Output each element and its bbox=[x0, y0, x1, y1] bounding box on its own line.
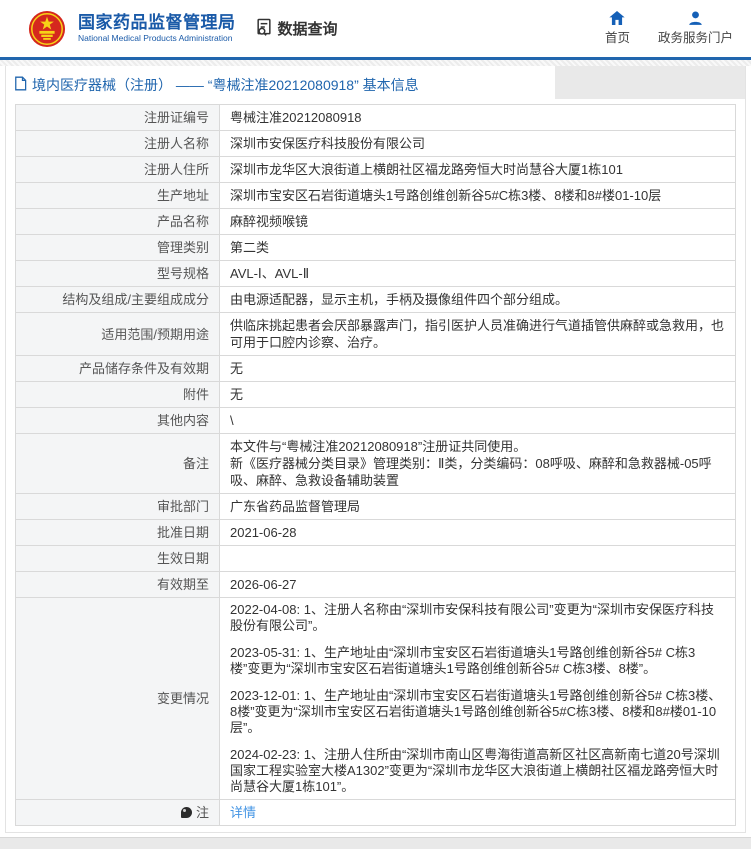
table-row: 注册证编号粤械注准20212080918 bbox=[16, 105, 735, 130]
agency-names: 国家药品监督管理局 National Medical Products Admi… bbox=[78, 13, 236, 44]
document-icon bbox=[14, 76, 27, 94]
row-label: 注册人名称 bbox=[16, 131, 220, 156]
home-icon bbox=[609, 11, 625, 25]
note-icon bbox=[181, 807, 192, 818]
detail-link[interactable]: 详情 bbox=[230, 804, 725, 821]
site-header: 国家药品监督管理局 National Medical Products Admi… bbox=[0, 0, 751, 60]
row-value: 无 bbox=[220, 382, 735, 407]
row-value: 深圳市龙华区大浪街道上横朗社区福龙路旁恒大时尚慧谷大厦1栋101 bbox=[220, 157, 735, 182]
agency-logo-group: 国家药品监督管理局 National Medical Products Admi… bbox=[28, 10, 236, 48]
row-label: 审批部门 bbox=[16, 494, 220, 519]
row-label: 生产地址 bbox=[16, 183, 220, 208]
content-box: 境内医疗器械（注册） —— “粤械注准20212080918” 基本信息 注册证… bbox=[5, 66, 746, 833]
row-label: 适用范围/预期用途 bbox=[16, 313, 220, 355]
row-label: 注册人住所 bbox=[16, 157, 220, 182]
row-label: 备注 bbox=[16, 434, 220, 493]
row-label: 生效日期 bbox=[16, 546, 220, 571]
row-value: 第二类 bbox=[220, 235, 735, 260]
user-icon bbox=[688, 11, 703, 25]
row-value: 由电源适配器，显示主机，手柄及摄像组件四个部分组成。 bbox=[220, 287, 735, 312]
row-value: 供临床挑起患者会厌部暴露声门，指引医护人员准确进行气道插管供麻醉或急救用，也可用… bbox=[220, 313, 735, 355]
header-nav: 首页 政务服务门户 bbox=[605, 11, 741, 46]
row-label: 型号规格 bbox=[16, 261, 220, 286]
row-value: 广东省药品监督管理局 bbox=[220, 494, 735, 519]
row-label: 注 bbox=[16, 800, 220, 825]
agency-subtitle: National Medical Products Administration bbox=[78, 33, 236, 44]
row-label: 变更情况 bbox=[16, 598, 220, 799]
row-value: 深圳市宝安区石岩街道塘头1号路创维创新谷5#C栋3楼、8楼和8#楼01-10层 bbox=[220, 183, 735, 208]
table-row: 产品名称麻醉视频喉镜 bbox=[16, 208, 735, 234]
row-value: 2021-06-28 bbox=[220, 520, 735, 545]
table-row: 适用范围/预期用途供临床挑起患者会厌部暴露声门，指引医护人员准确进行气道插管供麻… bbox=[16, 312, 735, 355]
row-value: AVL-Ⅰ、AVL-Ⅱ bbox=[220, 261, 735, 286]
national-emblem-logo bbox=[28, 10, 66, 48]
table-row: 备注本文件与“粤械注准20212080918”注册证共同使用。新《医疗器械分类目… bbox=[16, 433, 735, 493]
table-row: 审批部门广东省药品监督管理局 bbox=[16, 493, 735, 519]
row-label: 注册证编号 bbox=[16, 105, 220, 130]
nav-home[interactable]: 首页 bbox=[605, 11, 630, 46]
data-query-label: 数据查询 bbox=[278, 18, 338, 39]
note-label-text: 注 bbox=[196, 804, 209, 821]
nav-gov-portal-label: 政务服务门户 bbox=[658, 27, 733, 46]
table-row: 管理类别第二类 bbox=[16, 234, 735, 260]
table-row: 生产地址深圳市宝安区石岩街道塘头1号路创维创新谷5#C栋3楼、8楼和8#楼01-… bbox=[16, 182, 735, 208]
document-search-icon bbox=[254, 17, 274, 41]
row-value: 麻醉视频喉镜 bbox=[220, 209, 735, 234]
breadcrumb-text: 境内医疗器械（注册） —— “粤械注准20212080918” 基本信息 bbox=[32, 75, 419, 95]
row-value: 详情 bbox=[220, 800, 735, 825]
table-row: 型号规格AVL-Ⅰ、AVL-Ⅱ bbox=[16, 260, 735, 286]
row-value: \ bbox=[220, 408, 735, 433]
row-value: 2022-04-08: 1、注册人名称由“深圳市安保科技有限公司”变更为“深圳市… bbox=[220, 598, 735, 799]
table-row: 附件无 bbox=[16, 381, 735, 407]
row-label: 附件 bbox=[16, 382, 220, 407]
row-label: 管理类别 bbox=[16, 235, 220, 260]
row-label: 产品名称 bbox=[16, 209, 220, 234]
row-label: 产品储存条件及有效期 bbox=[16, 356, 220, 381]
nav-home-label: 首页 bbox=[605, 27, 630, 46]
detail-table-rows: 注册证编号粤械注准20212080918注册人名称深圳市安保医疗科技股份有限公司… bbox=[16, 105, 735, 799]
table-row: 生效日期 bbox=[16, 545, 735, 571]
row-label: 有效期至 bbox=[16, 572, 220, 597]
row-value: 粤械注准20212080918 bbox=[220, 105, 735, 130]
nav-gov-portal[interactable]: 政务服务门户 bbox=[658, 11, 733, 46]
row-value: 深圳市安保医疗科技股份有限公司 bbox=[220, 131, 735, 156]
table-row: 批准日期2021-06-28 bbox=[16, 519, 735, 545]
table-row-note: 注 详情 bbox=[16, 799, 735, 825]
row-value bbox=[220, 546, 735, 571]
detail-table: 注册证编号粤械注准20212080918注册人名称深圳市安保医疗科技股份有限公司… bbox=[15, 104, 736, 826]
agency-title: 国家药品监督管理局 bbox=[78, 13, 236, 33]
table-row: 变更情况2022-04-08: 1、注册人名称由“深圳市安保科技有限公司”变更为… bbox=[16, 597, 735, 799]
breadcrumb-right-panel bbox=[555, 66, 745, 99]
row-value: 本文件与“粤械注准20212080918”注册证共同使用。新《医疗器械分类目录》… bbox=[220, 434, 735, 493]
row-label: 结构及组成/主要组成成分 bbox=[16, 287, 220, 312]
table-row: 结构及组成/主要组成成分由电源适配器，显示主机，手柄及摄像组件四个部分组成。 bbox=[16, 286, 735, 312]
table-row: 注册人住所深圳市龙华区大浪街道上横朗社区福龙路旁恒大时尚慧谷大厦1栋101 bbox=[16, 156, 735, 182]
row-label: 其他内容 bbox=[16, 408, 220, 433]
row-label: 批准日期 bbox=[16, 520, 220, 545]
table-row: 产品储存条件及有效期无 bbox=[16, 355, 735, 381]
footer-strip bbox=[0, 837, 751, 849]
table-row: 注册人名称深圳市安保医疗科技股份有限公司 bbox=[16, 130, 735, 156]
table-row: 其他内容\ bbox=[16, 407, 735, 433]
row-value: 2026-06-27 bbox=[220, 572, 735, 597]
row-value: 无 bbox=[220, 356, 735, 381]
table-row: 有效期至2026-06-27 bbox=[16, 571, 735, 597]
data-query-section[interactable]: 数据查询 bbox=[254, 17, 338, 41]
